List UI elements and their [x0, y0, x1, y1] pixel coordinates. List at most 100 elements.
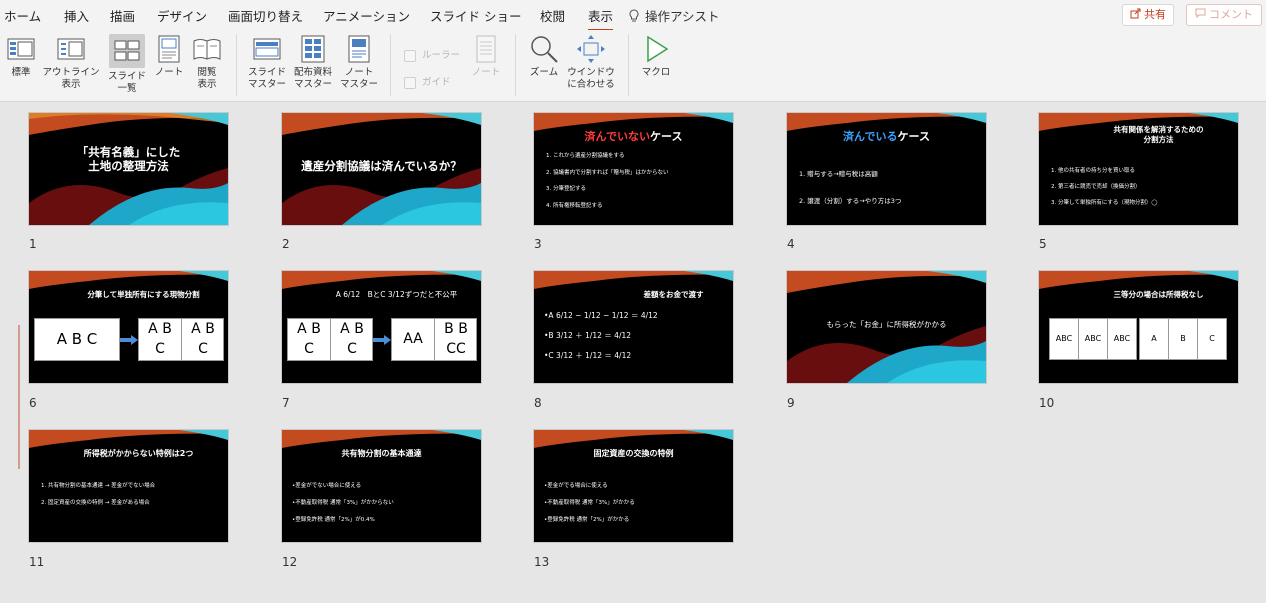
tell-me-search[interactable]: 操作アシスト — [628, 6, 720, 25]
diagram-letter: C — [198, 341, 208, 357]
slide-title: A 6/12 BとC 3/12ずつだと不公平 — [335, 290, 458, 299]
slide-body: 1. 贈与する→贈与税は高額 2. 譲渡（分割）する→やり方は3つ — [799, 161, 901, 215]
reading-label-1: 閲覧 — [197, 67, 217, 78]
diagram-letter: B — [162, 321, 172, 337]
normal-view-label: 標準 — [11, 67, 31, 78]
slide-sorter-icon — [109, 34, 145, 68]
slide-master-button[interactable]: スライド マスター — [246, 34, 288, 91]
tab-slideshow[interactable]: スライド ショー — [430, 6, 521, 25]
slide-master-label-1: スライド — [247, 67, 286, 78]
slide-number: 5 — [1039, 237, 1047, 251]
slide-thumbnail[interactable]: もらった「お金」に所得税がかかる — [787, 271, 986, 383]
zoom-button[interactable]: ズーム — [524, 34, 564, 79]
comment-label: コメント — [1209, 8, 1253, 21]
diagram-letter: A — [340, 321, 350, 337]
notes2-label: ノート — [471, 67, 501, 78]
tab-insert[interactable]: 挿入 — [64, 6, 89, 25]
slide-sorter-button[interactable]: スライド 一覧 — [106, 34, 148, 95]
handout-master-button[interactable]: 配布資料 マスター — [292, 34, 334, 91]
slide-bullet: 1. 贈与する→贈与税は高額 — [799, 170, 878, 178]
slide-thumbnail[interactable]: 済んでいるケース 1. 贈与する→贈与税は高額 2. 譲渡（分割）する→やり方は3… — [787, 113, 986, 225]
share-label: 共有 — [1144, 8, 1166, 21]
slide-thumbnail[interactable]: 済んでいないケース 1. これから遺産分割協議をする 2. 協議書内で分割すれば「… — [534, 113, 733, 225]
notes-master-label-2: マスター — [339, 79, 378, 90]
slide-title-emphasis: 済んでいない — [584, 130, 650, 143]
slide-thumbnail[interactable]: 遺産分割協議は済んでいるか？ — [282, 113, 481, 225]
slide-master-icon — [253, 38, 281, 60]
slide-bullet: •B 3/12 ＋ 1/12 ＝ 4/12 — [544, 331, 632, 340]
notes-master-button[interactable]: ノート マスター — [338, 34, 380, 91]
slide-thumbnail[interactable]: 固定資産の交換の特例 •差金がでる場合に使える •不動産取得税 通常「3%」がかか… — [534, 430, 733, 542]
reading-view-icon — [193, 39, 221, 60]
guides-checkbox[interactable]: ガイド — [404, 74, 451, 89]
diagram-letter: B — [444, 321, 454, 337]
slide-body: 1. 共有物分割の基本通達 → 差金がでない場合 2. 固定資産の交換の特例 → … — [41, 478, 155, 512]
ribbon-tab-bar: ホーム 挿入 描画 デザイン 画面切り替え アニメーション スライド ショー 校… — [0, 0, 1266, 31]
diagram-letter: A — [403, 331, 414, 347]
slide-title: 共有関係を解消するための 分割方法 — [1079, 125, 1238, 145]
notes-toggle-button[interactable]: ノート — [468, 34, 504, 79]
ruler-label: ルーラー — [422, 50, 461, 61]
diagram-letter: C — [155, 341, 165, 357]
slide-bullet: 1. 他の共有者の持ち分を買い取る — [1051, 168, 1135, 174]
share-button[interactable]: 共有 — [1122, 4, 1174, 26]
slide-number: 2 — [282, 237, 290, 251]
diagram-cell: ABC — [1050, 319, 1079, 359]
reading-label-2: 表示 — [197, 79, 217, 90]
slide-title-line: 共有関係を解消するための — [1113, 125, 1204, 134]
slide-title: 固定資産の交換の特例 — [593, 449, 674, 458]
slide-thumbnail[interactable]: 共有物分割の基本通達 •差金がでない場合に使える •不動産取得税 通常「3%」がか… — [282, 430, 481, 542]
arrow-right-icon — [120, 335, 138, 345]
slide-thumbnail[interactable]: 共有関係を解消するための 分割方法 1. 他の共有者の持ち分を買い取る 2. 第三者… — [1039, 113, 1238, 225]
diagram-box: AA B B CC — [391, 318, 477, 361]
normal-view-button[interactable]: 標準 — [4, 34, 38, 79]
sorter-label-2: 一覧 — [117, 83, 137, 94]
diagram-cell: A BC — [331, 319, 373, 360]
slide-bullet: •不動産取得税 通常「3%」がかからない — [292, 500, 394, 506]
diagram-cell: A BC — [288, 319, 331, 360]
handout-master-icon — [301, 35, 325, 63]
tab-transitions[interactable]: 画面切り替え — [228, 6, 303, 25]
slide-title: 三等分の場合は所得税なし — [1113, 290, 1204, 299]
slide-title: 済んでいないケース — [534, 128, 733, 144]
slide-title: 遺産分割協議は済んでいるか？ — [301, 159, 462, 173]
tab-review[interactable]: 校閲 — [540, 6, 565, 25]
arrow-right-icon — [373, 335, 391, 345]
checkbox-box — [404, 76, 416, 89]
ribbon-separator — [515, 34, 516, 96]
outline-view-button[interactable]: アウトライン 表示 — [42, 34, 100, 91]
tab-design[interactable]: デザイン — [157, 6, 207, 25]
diagram-cell: B B CC — [435, 319, 477, 360]
slide-title: 分筆して単独所有にする現物分割 — [87, 290, 200, 299]
ruler-checkbox[interactable]: ルーラー — [404, 47, 460, 62]
slide-number: 12 — [282, 555, 298, 569]
slide-title-line: 「共有名義」にした — [76, 145, 181, 159]
slide-bullet: 1. 共有物分割の基本通達 → 差金がでない場合 — [41, 483, 156, 489]
slide-thumbnail[interactable]: 差額をお金で渡す •A 6/12 − 1/12 − 1/12 ＝ 4/12 •B … — [534, 271, 733, 383]
reading-view-button[interactable]: 閲覧 表示 — [190, 34, 224, 91]
notes-page-button[interactable]: ノート — [152, 34, 186, 79]
comment-button[interactable]: コメント — [1186, 4, 1262, 26]
slide-thumbnail[interactable]: 所得税がかからない特例は2つ 1. 共有物分割の基本通達 → 差金がでない場合 2… — [29, 430, 228, 542]
tab-animations[interactable]: アニメーション — [323, 6, 410, 25]
slide-thumbnail[interactable]: 分筆して単独所有にする現物分割 A B C A BC A BC — [29, 271, 228, 383]
slide-thumbnail[interactable]: 「共有名義」にした 土地の整理方法 — [29, 113, 228, 225]
diagram-cell: C — [1209, 334, 1215, 343]
slide-thumbnail[interactable]: A 6/12 BとC 3/12ずつだと不公平 A BC A BC AA B BC… — [282, 271, 481, 383]
fit-to-window-button[interactable]: ウインドウ に合わせる — [564, 34, 618, 91]
macro-button[interactable]: マクロ — [638, 34, 674, 79]
tab-home[interactable]: ホーム — [4, 6, 41, 25]
slide-thumbnail[interactable]: 三等分の場合は所得税なし ABC ABC ABC A B C — [1039, 271, 1238, 383]
slide-number: 13 — [534, 555, 550, 569]
tab-view[interactable]: 表示 — [588, 6, 614, 31]
slide-body: •差金がでる場合に使える •不動産取得税 通常「3%」がかかる •登録免許税 通常「… — [544, 478, 635, 529]
diagram-cell: B — [1169, 319, 1198, 359]
tab-draw[interactable]: 描画 — [110, 6, 135, 25]
slide-bullet: 2. 固定資産の交換の特例 → 差金がある場合 — [41, 500, 150, 506]
slide-bullet: 1. これから遺産分割協議をする — [546, 153, 625, 159]
diagram-cell: ABC — [1113, 334, 1131, 343]
fit-window-icon — [577, 35, 605, 63]
diagram-box: A BC A BC — [287, 318, 373, 361]
slide-number: 10 — [1039, 396, 1055, 410]
diagram-letter: B — [458, 321, 468, 337]
